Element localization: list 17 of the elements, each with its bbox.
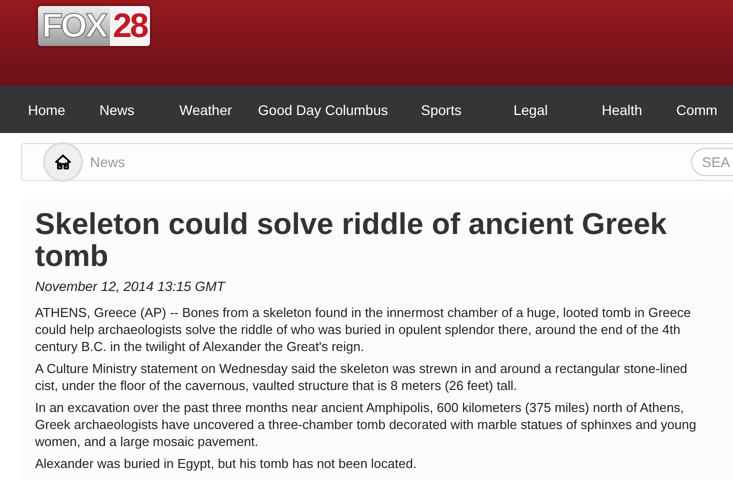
nav-link[interactable]: Legal: [513, 102, 548, 118]
home-button[interactable]: [43, 142, 83, 182]
nav-link[interactable]: Weather: [179, 102, 232, 118]
nav-link[interactable]: Good Day Columbus: [258, 102, 388, 118]
nav-link[interactable]: Sports: [421, 102, 462, 118]
nav-link[interactable]: Health: [602, 102, 642, 118]
article-paragraph: A Culture Ministry statement on Wednesday said the skeleton was strewn in and around a rectangular stone-lined cist, under the floor of the cavernous, vaulted structure that is 8 meters (26 feet) tall.: [35, 360, 688, 394]
nav-link[interactable]: Home: [28, 102, 66, 118]
article-paragraph: In an excavation over the past three months near ancient Amphipolis, 600 kilometers (375 miles) north of Athens, Greek archaeologists have uncovered a three-chamber tomb decorated with marble statues of sphinxes and young women, and a large mosaic pavement.: [35, 399, 698, 450]
search-field[interactable]: SEA: [691, 148, 733, 176]
article-paragraph: ATHENS, Greece (AP) -- Bones from a skeleton found in the innermost chamber of a huge, looted tomb in Greece could help archaeologists solve the riddle of who was buried in opulent splendor there, around the end of the 4th century B.C. in the twilight of Alexander the Great's reign.: [35, 304, 692, 355]
article-paragraph: Alexander was buried in Egypt, but his tomb has not been located.: [35, 455, 418, 472]
article-title: Skeleton could solve riddle of ancient Greek tomb: [35, 209, 668, 273]
article-date: November 12, 2014 13:15 GMT: [35, 279, 226, 294]
nav-link[interactable]: News: [99, 102, 134, 118]
nav-link[interactable]: Comm: [676, 102, 718, 118]
home-icon: [55, 154, 71, 170]
